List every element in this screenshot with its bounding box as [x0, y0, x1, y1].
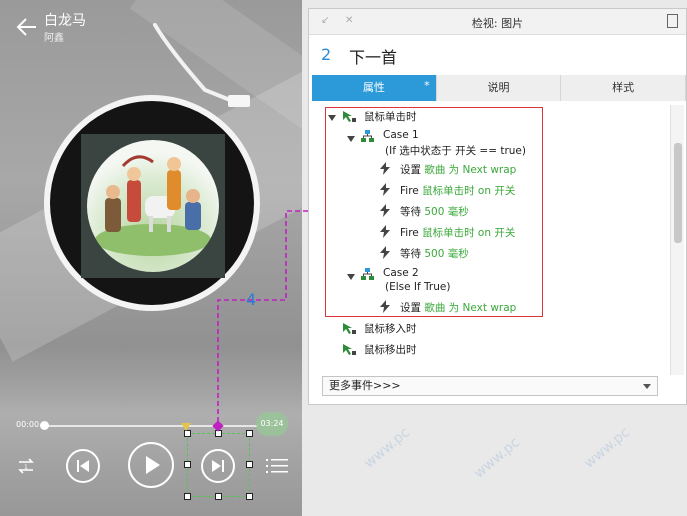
case2-title[interactable]: Case 2 — [383, 267, 419, 279]
case-icon — [361, 268, 374, 280]
collapse-icon[interactable] — [347, 136, 355, 142]
tab-notes[interactable]: 说明 — [436, 75, 562, 101]
event-mouseleave[interactable]: 鼠标移出时 — [364, 342, 417, 357]
inspector-tabs: 属性 * 说明 样式 — [312, 75, 687, 101]
case-icon — [361, 130, 374, 142]
action-bolt-icon — [380, 183, 390, 196]
action-target: 鼠标单击时 on 开关 — [422, 185, 516, 197]
cursor-click-icon — [343, 111, 356, 122]
tab-label: 样式 — [612, 81, 635, 94]
action-row[interactable]: 设置 歌曲 为 Next wrap — [400, 162, 516, 177]
action-verb: 设置 — [400, 302, 421, 314]
action-target: 歌曲 为 Next wrap — [424, 302, 517, 314]
action-row[interactable]: 设置 歌曲 为 Next wrap — [400, 300, 516, 315]
tab-style[interactable]: 样式 — [561, 75, 687, 101]
collapse-icon[interactable] — [347, 274, 355, 280]
document-icon[interactable] — [667, 14, 678, 28]
action-verb: 等待 — [400, 248, 421, 260]
case2-condition: (Else If True) — [385, 281, 451, 293]
action-verb: 设置 — [400, 164, 421, 176]
action-row[interactable]: 等待 500 毫秒 — [400, 204, 469, 219]
item-name-row[interactable]: 2 下一首 — [309, 36, 686, 74]
tab-properties[interactable]: 属性 * — [312, 75, 437, 101]
annotation-number: 4 — [246, 290, 257, 309]
event-mouseenter[interactable]: 鼠标移入时 — [364, 321, 417, 336]
tab-label: 属性 — [362, 81, 385, 94]
case1-condition: (If 选中状态于 开关 == true) — [385, 145, 526, 157]
action-bolt-icon — [380, 300, 390, 313]
inspector-titlebar: ↙ ✕ 检视: 图片 — [309, 9, 686, 35]
scrollbar[interactable] — [670, 105, 684, 375]
action-row[interactable]: Fire 鼠标单击时 on 开关 — [400, 225, 515, 240]
action-bolt-icon — [380, 246, 390, 259]
action-row[interactable]: 等待 500 毫秒 — [400, 246, 469, 261]
action-target: 歌曲 为 Next wrap — [424, 164, 517, 176]
action-verb: 等待 — [400, 206, 421, 218]
scroll-thumb[interactable] — [674, 143, 682, 243]
tab-label: 说明 — [487, 81, 510, 94]
inspector-panel: ↙ ✕ 检视: 图片 2 下一首 属性 * 说明 样式 鼠标单击时 Case 1… — [308, 8, 687, 405]
action-verb: Fire — [400, 227, 419, 239]
action-bolt-icon — [380, 162, 390, 175]
dropdown-value: 更多事件>>> — [329, 379, 401, 392]
item-number: 2 — [321, 45, 332, 64]
item-name[interactable]: 下一首 — [349, 44, 397, 68]
action-row[interactable]: Fire 鼠标单击时 on 开关 — [400, 183, 515, 198]
event-onclick[interactable]: 鼠标单击时 — [364, 109, 417, 124]
action-bolt-icon — [380, 204, 390, 217]
action-bolt-icon — [380, 225, 390, 238]
collapse-icon[interactable] — [328, 115, 336, 121]
action-target: 500 毫秒 — [424, 248, 469, 260]
action-target: 鼠标单击时 on 开关 — [422, 227, 516, 239]
more-events-dropdown[interactable]: 更多事件>>> — [322, 376, 658, 396]
inspector-title: 检视: 图片 — [471, 17, 524, 30]
action-verb: Fire — [400, 185, 419, 197]
chevron-down-icon — [643, 384, 651, 389]
cursor-enter-icon — [343, 323, 356, 334]
case1-title[interactable]: Case 1 — [383, 129, 419, 141]
modified-marker: * — [424, 79, 430, 92]
action-target: 500 毫秒 — [424, 206, 469, 218]
cursor-leave-icon — [343, 344, 356, 355]
interaction-tree: 鼠标单击时 Case 1 (If 选中状态于 开关 == true) 设置 歌曲… — [309, 105, 669, 375]
